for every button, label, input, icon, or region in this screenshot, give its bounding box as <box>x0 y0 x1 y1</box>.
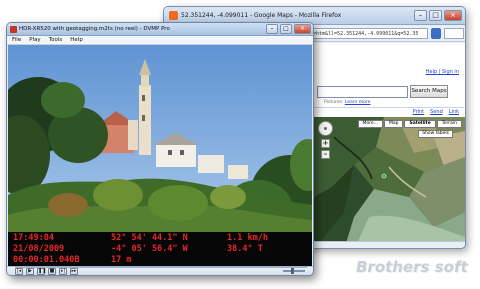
volume-slider[interactable] <box>283 270 305 272</box>
learn-more-link[interactable]: Learn more <box>345 100 371 105</box>
firefox-window-controls: – □ × <box>414 10 462 21</box>
playback-buttons: |◂ ▶ ❚❚ ■ ▸| ▸▸ <box>15 268 78 275</box>
minimize-icon[interactable]: – <box>414 10 427 21</box>
menu-play[interactable]: Play <box>29 36 40 44</box>
video-frame[interactable] <box>8 45 312 232</box>
overlay-heading: 38.4° T <box>227 244 263 254</box>
go-button[interactable] <box>431 28 441 39</box>
gps-data-overlay: 17:49:04 21/08/2009 00:00:01.040B 52° 54… <box>8 232 312 266</box>
close-icon[interactable]: × <box>294 24 311 34</box>
overlay-altitude: 17 m <box>111 255 132 265</box>
divider <box>314 107 464 108</box>
dvmp-window-controls: – □ × <box>266 24 311 34</box>
help-link[interactable]: Help <box>426 69 437 75</box>
overlay-latitude: 52° 54' 44.1" N <box>111 233 188 243</box>
previous-frame-button[interactable]: |◂ <box>15 268 23 275</box>
firefox-favicon-icon <box>169 11 178 20</box>
pictures-label: Pictures: <box>324 100 344 105</box>
dvmp-window: HDR-XR520 with geotagging.m2ts (no reel)… <box>6 22 314 276</box>
map-button[interactable]: Map <box>383 120 404 128</box>
satellite-button[interactable]: Satellite <box>404 120 436 128</box>
play-button[interactable]: ▶ <box>26 268 34 275</box>
overlay-timecode: 00:00:01.040B <box>13 255 80 265</box>
overlay-time: 17:49:04 <box>13 233 54 243</box>
zoom-in-icon[interactable]: + <box>321 139 330 148</box>
sign-in-link[interactable]: Sign in <box>442 69 459 75</box>
show-labels-checkbox[interactable]: Show labels <box>418 130 453 138</box>
print-link[interactable]: Print <box>413 109 425 115</box>
menu-file[interactable]: File <box>12 36 21 44</box>
address-bar[interactable]: =htm&ll=52.351244,-4.099011&q=52.35 <box>310 28 428 39</box>
send-link[interactable]: Send <box>430 109 443 115</box>
dvmp-title: HDR-XR520 with geotagging.m2ts (no reel)… <box>19 26 170 32</box>
watermark-logo: Brothers soft <box>356 258 468 276</box>
dvmp-app-icon <box>10 26 17 33</box>
desktop: 52.351244, -4.099011 - Google Maps - Moz… <box>0 0 480 289</box>
maps-search-input[interactable] <box>317 86 408 98</box>
maximize-icon[interactable]: □ <box>429 10 442 21</box>
volume-knob-icon[interactable] <box>291 268 294 274</box>
maximize-icon[interactable]: □ <box>280 24 292 34</box>
dvmp-title-bar[interactable]: HDR-XR520 with geotagging.m2ts (no reel)… <box>7 23 313 36</box>
menu-help[interactable]: Help <box>70 36 83 44</box>
more-button[interactable]: More... <box>357 120 383 128</box>
link-link[interactable]: Link <box>449 109 459 115</box>
video-scene-image <box>8 45 312 232</box>
next-frame-button[interactable]: ▸| <box>59 268 67 275</box>
satellite-map[interactable]: + – More... Map Satellite Terrain Show l… <box>314 117 465 248</box>
minimize-icon[interactable]: – <box>266 24 278 34</box>
pan-control-icon[interactable] <box>318 121 333 136</box>
overlay-longitude: -4° 05' 56.4" W <box>111 244 188 254</box>
search-field[interactable] <box>444 28 464 39</box>
overlay-date: 21/08/2009 <box>13 244 65 254</box>
search-maps-button[interactable]: Search Maps <box>410 85 448 98</box>
firefox-title: 52.351244, -4.099011 - Google Maps - Moz… <box>181 12 342 19</box>
overlay-speed: 1.1 km/h <box>227 233 268 243</box>
menu-bar: File Play Tools Help <box>7 36 313 45</box>
map-type-buttons: More... Map Satellite Terrain <box>357 120 462 128</box>
close-icon[interactable]: × <box>444 10 462 21</box>
pause-button[interactable]: ❚❚ <box>37 268 46 275</box>
terrain-button[interactable]: Terrain <box>436 120 462 128</box>
header-links: Help | Sign in <box>425 69 459 75</box>
zoom-out-icon[interactable]: – <box>321 150 330 159</box>
pictures-note: Pictures: Learn more <box>324 100 370 105</box>
map-tools: Print Send Link <box>413 109 459 115</box>
stop-button[interactable]: ■ <box>48 268 56 275</box>
location-marker-icon <box>381 173 387 179</box>
step-button[interactable]: ▸▸ <box>70 268 78 275</box>
menu-tools[interactable]: Tools <box>49 36 63 44</box>
